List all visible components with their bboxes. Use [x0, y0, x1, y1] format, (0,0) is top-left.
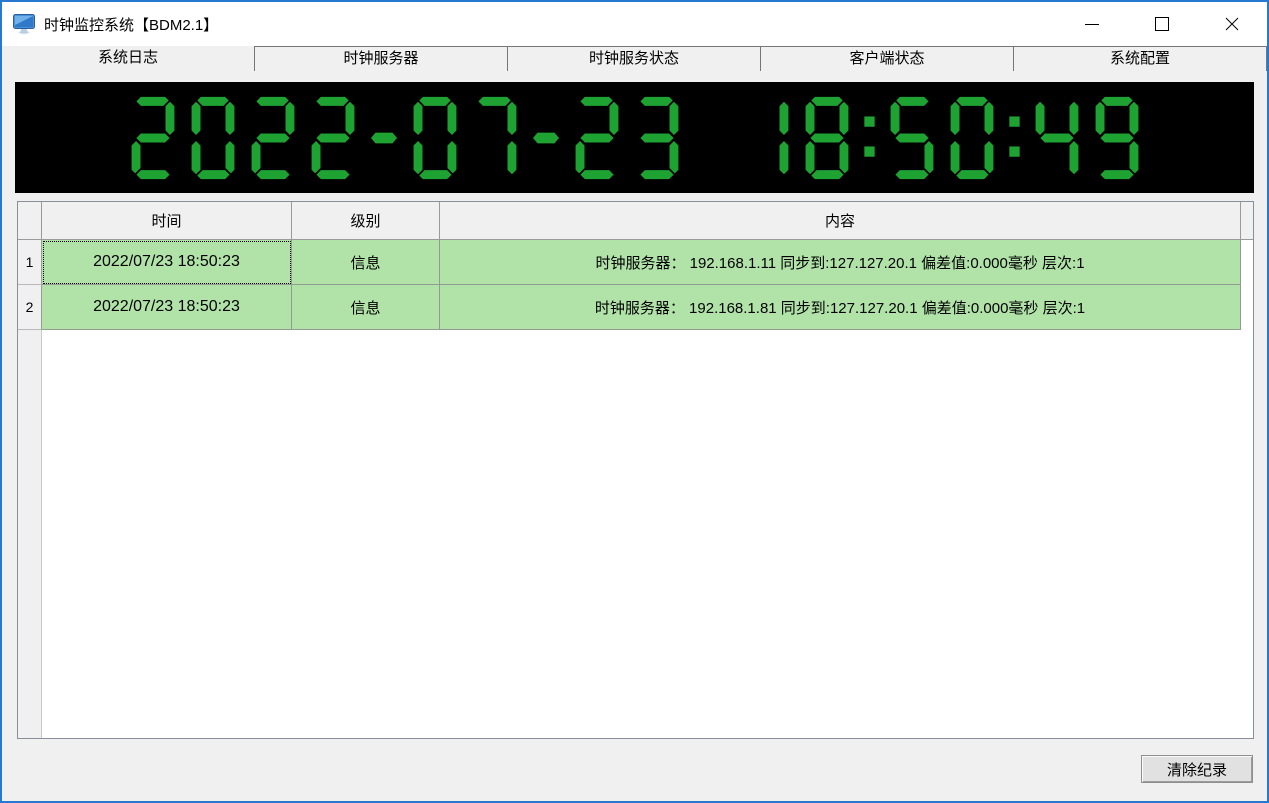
minimize-button[interactable]: [1057, 2, 1127, 46]
log-rows: 1 2022/07/23 18:50:23 信息 时钟服务器： 192.168.…: [18, 240, 1253, 330]
tab-system-config[interactable]: 系统配置: [1013, 46, 1267, 71]
title-bar: 时钟监控系统【BDM2.1】: [2, 2, 1267, 46]
cell-level[interactable]: 信息: [292, 240, 440, 285]
clock-digit: [470, 91, 520, 185]
clock-colon: [1007, 91, 1022, 185]
table-blank-viewport: [42, 330, 1253, 738]
clock-dash: [368, 91, 400, 185]
clock-digit: [410, 91, 460, 185]
clock-digit: [887, 91, 937, 185]
row-number[interactable]: 1: [18, 240, 42, 285]
table-row[interactable]: 1 2022/07/23 18:50:23 信息 时钟服务器： 192.168.…: [18, 240, 1253, 285]
minimize-icon: [1085, 24, 1099, 25]
window-title: 时钟监控系统【BDM2.1】: [44, 14, 218, 35]
row-header-strip: [18, 330, 42, 738]
cell-time[interactable]: 2022/07/23 18:50:23: [42, 240, 292, 285]
clock-digit: [947, 91, 997, 185]
app-window: 时钟监控系统【BDM2.1】 系统日志 时钟服务器 时钟服务状态 客户端状态 系…: [0, 0, 1269, 803]
clock-dash: [530, 91, 562, 185]
clear-records-button[interactable]: 清除纪录: [1141, 755, 1253, 783]
clock-digit: [188, 91, 238, 185]
clock-space: [692, 91, 732, 185]
tab-clock-service-status[interactable]: 时钟服务状态: [507, 46, 760, 71]
cell-level[interactable]: 信息: [292, 285, 440, 330]
header-filler: [1241, 202, 1253, 239]
clock-digit: [128, 91, 178, 185]
clock-digit: [1032, 91, 1082, 185]
clock-digit: [308, 91, 358, 185]
tab-clock-server[interactable]: 时钟服务器: [254, 46, 507, 71]
cell-content[interactable]: 时钟服务器： 192.168.1.81 同步到:127.127.20.1 偏差值…: [440, 285, 1241, 330]
clock-digit: [248, 91, 298, 185]
column-header-time[interactable]: 时间: [42, 202, 292, 239]
cell-content[interactable]: 时钟服务器： 192.168.1.11 同步到:127.127.20.1 偏差值…: [440, 240, 1241, 285]
row-number[interactable]: 2: [18, 285, 42, 330]
monitor-icon: [13, 14, 35, 34]
row-filler: [1241, 240, 1253, 285]
column-header-content[interactable]: 内容: [440, 202, 1241, 239]
tab-bar: 系统日志 时钟服务器 时钟服务状态 客户端状态 系统配置: [2, 46, 1267, 71]
tab-system-log[interactable]: 系统日志: [2, 46, 254, 71]
tab-client-status[interactable]: 客户端状态: [760, 46, 1013, 71]
digital-clock-display: [15, 82, 1254, 193]
clock-digit: [802, 91, 852, 185]
table-header-row: 时间 级别 内容: [18, 202, 1253, 240]
clock-digit: [742, 91, 792, 185]
maximize-button[interactable]: [1127, 2, 1197, 46]
close-icon: [1225, 17, 1239, 31]
cell-time[interactable]: 2022/07/23 18:50:23: [42, 285, 292, 330]
clock-colon: [862, 91, 877, 185]
table-corner-header[interactable]: [18, 202, 42, 239]
close-button[interactable]: [1197, 2, 1267, 46]
clock-digit: [572, 91, 622, 185]
row-filler: [1241, 285, 1253, 330]
column-header-level[interactable]: 级别: [292, 202, 440, 239]
table-row[interactable]: 2 2022/07/23 18:50:23 信息 时钟服务器： 192.168.…: [18, 285, 1253, 330]
log-table: 时间 级别 内容 1 2022/07/23 18:50:23 信息 时钟服务器：…: [17, 201, 1254, 739]
table-empty-area: [18, 330, 1253, 738]
clock-digit: [632, 91, 682, 185]
maximize-icon: [1155, 17, 1169, 31]
window-controls: [1057, 2, 1267, 46]
clock-digit: [1092, 91, 1142, 185]
